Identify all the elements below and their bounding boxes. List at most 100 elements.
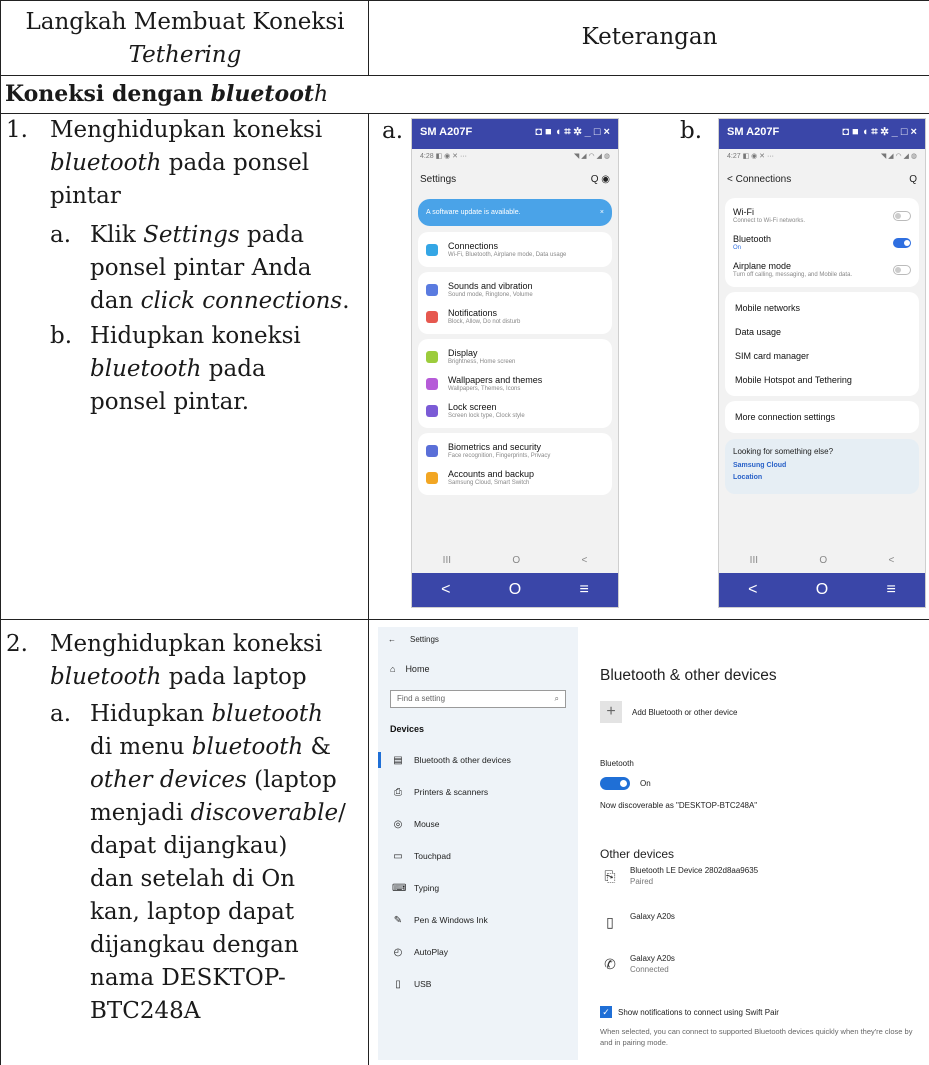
search-input[interactable]: Find a setting ⌕ [390, 690, 566, 708]
text-line: ponsel pintar Anda [90, 255, 312, 281]
toggle-row[interactable]: Bluetooth On [731, 229, 913, 256]
step-text: Menghidupkan koneksi bluetooth pada lapto… [50, 628, 322, 694]
text-line: other devices (laptop [90, 767, 337, 793]
menu-icon[interactable]: ≡ [887, 581, 896, 599]
text-line: dapat dijangkau) [90, 833, 288, 859]
add-device-button[interactable]: + Add Bluetooth or other device [600, 701, 737, 723]
step-text: Menghidupkan koneksi bluetooth pada ponse… [50, 114, 322, 213]
settings-sidebar: ← Settings ⌂ Home Find a setting ⌕ Devices … [378, 627, 578, 1060]
table-divider-column [368, 113, 369, 1065]
recents-button[interactable]: III [443, 555, 451, 566]
table-border-left [0, 0, 1, 1065]
settings-item[interactable]: Wallpapers and themes Wallpapers, Themes,… [424, 370, 606, 397]
toggle-row[interactable]: Wi-Fi Connect to Wi-Fi networks. [731, 202, 913, 229]
menu-item[interactable]: Data usage [731, 320, 913, 344]
bluetooth-toggle[interactable]: On [600, 777, 651, 790]
toggle-switch-icon[interactable] [893, 210, 911, 221]
text-line: bluetooth pada laptop [50, 664, 307, 690]
home-icon: ⌂ [390, 664, 396, 674]
substep-label: b. [50, 323, 73, 349]
menu-item[interactable]: Mobile networks [731, 296, 913, 320]
window-controls-icon: ◘ ■ ◖ ⌗ ✲ _ □ × [535, 126, 610, 138]
text-line: bluetooth pada [90, 356, 266, 382]
page-title: Bluetooth & other devices [600, 667, 777, 684]
text-line: Hidupkan koneksi [90, 323, 301, 349]
recents-button[interactable]: III [750, 555, 758, 566]
checkmark-icon: ✓ [600, 1006, 612, 1018]
suggestion-box: Looking for something else? Samsung Clou… [725, 439, 919, 494]
sidebar-item[interactable]: ◎ Mouse [378, 808, 578, 840]
section-title: Koneksi dengan bluetooth [5, 81, 329, 107]
menu-item[interactable]: SIM card manager [731, 344, 913, 368]
text-line: dan setelah di On [90, 866, 296, 892]
toggle-row[interactable]: Airplane mode Turn off calling, messaging… [731, 256, 913, 283]
toggle-switch-icon[interactable] [893, 264, 911, 275]
nav-home[interactable]: ⌂ Home [378, 652, 578, 686]
settings-item[interactable]: Notifications Block, Allow, Do not distur… [424, 303, 606, 330]
substep-label: a. [50, 701, 72, 727]
sidebar-item[interactable]: ⌨ Typing [378, 872, 578, 904]
substep-text: Hidupkan bluetooth di menu bluetooth & oth… [90, 698, 346, 1028]
update-banner[interactable]: A software update is available. × [418, 199, 612, 226]
settings-item[interactable]: Sounds and vibration Sound mode, Ringtone… [424, 276, 606, 303]
back-button[interactable]: < [888, 555, 894, 566]
link-location[interactable]: Location [733, 474, 911, 481]
panel-label-a: a. [382, 118, 404, 144]
sidebar-nav: ▤ Bluetooth & other devices ⎙ Printers & sc… [378, 744, 578, 1000]
sidebar-item[interactable]: ▤ Bluetooth & other devices [378, 744, 578, 776]
settings-item[interactable]: Biometrics and security Face recognition,… [424, 437, 606, 464]
menu-item[interactable]: Mobile Hotspot and Tethering [731, 368, 913, 392]
swift-pair-checkbox[interactable]: ✓ Show notifications to connect using Swi… [600, 1006, 779, 1018]
header-left-line: Langkah Membuat Koneksi [25, 9, 345, 35]
toggle-switch-icon[interactable] [893, 237, 911, 248]
document-page: Langkah Membuat Koneksi Tethering Ketera… [0, 0, 929, 1065]
settings-item-icon [426, 377, 438, 390]
settings-item[interactable]: Lock screen Screen lock type, Clock style [424, 397, 606, 424]
window-titlebar: SM A207F ◘ ■ ◖ ⌗ ✲ _ □ × [412, 119, 618, 149]
device-item[interactable]: ▯ Galaxy A20s [600, 912, 675, 932]
nav-item-icon: ⎙ [394, 786, 402, 798]
search-icon: ⌕ [554, 694, 559, 703]
text-line: Klik Settings pada [90, 222, 304, 248]
home-button[interactable]: O [819, 555, 827, 566]
link-samsung-cloud[interactable]: Samsung Cloud [733, 462, 911, 469]
sidebar-item[interactable]: ▭ Touchpad [378, 840, 578, 872]
menu-icon[interactable]: ≡ [580, 581, 589, 599]
sidebar-item[interactable]: ◴ AutoPlay [378, 936, 578, 968]
table-divider-row [0, 619, 929, 620]
window-titlebar: ← Settings [388, 635, 439, 644]
table-divider-column [368, 0, 369, 75]
back-icon[interactable]: < [441, 581, 450, 599]
android-nav: III O < [412, 549, 618, 571]
settings-item-icon [426, 350, 438, 363]
sidebar-item[interactable]: ▯ USB [378, 968, 578, 1000]
device-item[interactable]: ⎘ Bluetooth LE Device 2802d8aa9635 Paired [600, 866, 758, 886]
more-settings[interactable]: More connection settings [725, 401, 919, 433]
search-icon[interactable]: Q [909, 174, 917, 185]
settings-item[interactable]: Display Brightness, Home screen [424, 343, 606, 370]
home-icon[interactable]: O [509, 581, 521, 599]
toggle-group: Wi-Fi Connect to Wi-Fi networks. Bluetooth… [725, 198, 919, 287]
back-button[interactable]: < [581, 555, 587, 566]
text-line: dijangkau dengan [90, 932, 299, 958]
settings-group: Biometrics and security Face recognition,… [418, 433, 612, 495]
bluetooth-label: Bluetooth [600, 759, 634, 768]
sidebar-item[interactable]: ✎ Pen & Windows Ink [378, 904, 578, 936]
sidebar-item[interactable]: ⎙ Printers & scanners [378, 776, 578, 808]
settings-item[interactable]: Connections Wi-Fi, Bluetooth, Airplane mo… [424, 236, 606, 263]
signal-icon: ◥ ◢ ◠ ◢ ◍ [880, 153, 917, 160]
connections-header[interactable]: < Connections Q [719, 165, 925, 193]
discoverable-text: Now discoverable as "DESKTOP-BTC248A" [600, 801, 758, 810]
column-header-steps: Langkah Membuat Koneksi Tethering [4, 6, 366, 72]
text-line: Menghidupkan koneksi [50, 117, 323, 143]
home-button[interactable]: O [512, 555, 520, 566]
home-icon[interactable]: O [816, 581, 828, 599]
panel-label-b: b. [680, 118, 703, 144]
device-item[interactable]: ✆ Galaxy A20s Connected [600, 954, 675, 974]
settings-item[interactable]: Accounts and backup Samsung Cloud, Smart … [424, 464, 606, 491]
android-nav: III O < [719, 549, 925, 571]
search-icon[interactable]: Q ◉ [591, 174, 610, 185]
substep-text: Klik Settings pada ponsel pintar Anda dan … [90, 219, 350, 318]
back-icon[interactable]: < [748, 581, 757, 599]
back-arrow-icon[interactable]: ← [388, 635, 396, 644]
